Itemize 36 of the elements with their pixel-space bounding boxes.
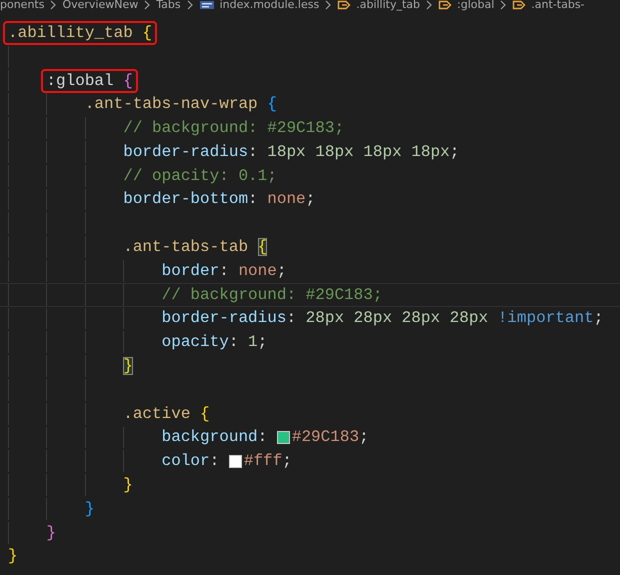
code-line: }	[123, 476, 133, 494]
code-line: }	[46, 524, 56, 542]
file-icon	[198, 0, 215, 10]
code-line: #29C183;	[292, 428, 369, 446]
breadcrumb-item[interactable]: Tabs	[156, 0, 181, 11]
chevron-icon	[425, 0, 434, 10]
breadcrumb-item[interactable]: ponents	[0, 0, 44, 11]
code-line: // opacity: 0.1;	[123, 166, 277, 185]
breadcrumb-item[interactable]: :global	[457, 0, 494, 11]
chevron-icon	[143, 0, 152, 10]
code-line: .ant-tabs-tab {	[123, 238, 268, 256]
code-line: .active {	[123, 404, 210, 423]
breadcrumb-item[interactable]: OverviewNew	[62, 0, 138, 11]
chevron-icon	[324, 0, 332, 10]
symbol-icon	[512, 0, 526, 10]
code-line: background:	[162, 428, 268, 446]
code-line: }	[8, 547, 18, 566]
code-line: #fff;	[244, 452, 292, 470]
symbol-icon	[337, 0, 352, 10]
breadcrumb-item[interactable]: .abillity_tab	[356, 0, 420, 11]
chevron-icon	[49, 0, 58, 10]
code-line: border-radius: 28px 28px 28px 28px !important;	[162, 309, 604, 328]
code-line: opacity: 1;	[162, 333, 268, 352]
chevron-icon	[499, 0, 508, 10]
breadcrumb-item[interactable]: .ant-tabs-	[531, 0, 585, 11]
code-line: // background: #29C183;	[162, 286, 382, 304]
code-line: border-radius: 18px 18px 18px 18px;	[123, 142, 460, 161]
code-line: }	[84, 500, 94, 518]
symbol-icon	[438, 0, 452, 10]
chevron-icon	[186, 0, 194, 10]
code-line: .ant-tabs-nav-wrap {	[84, 95, 277, 114]
breadcrumb-item[interactable]: index.module.less	[220, 0, 320, 11]
code-line: // background: #29C183;	[123, 119, 344, 138]
code-line: border: none;	[162, 262, 286, 280]
code-line: border-bottom: none;	[123, 190, 316, 208]
code-line: color:	[162, 452, 220, 470]
